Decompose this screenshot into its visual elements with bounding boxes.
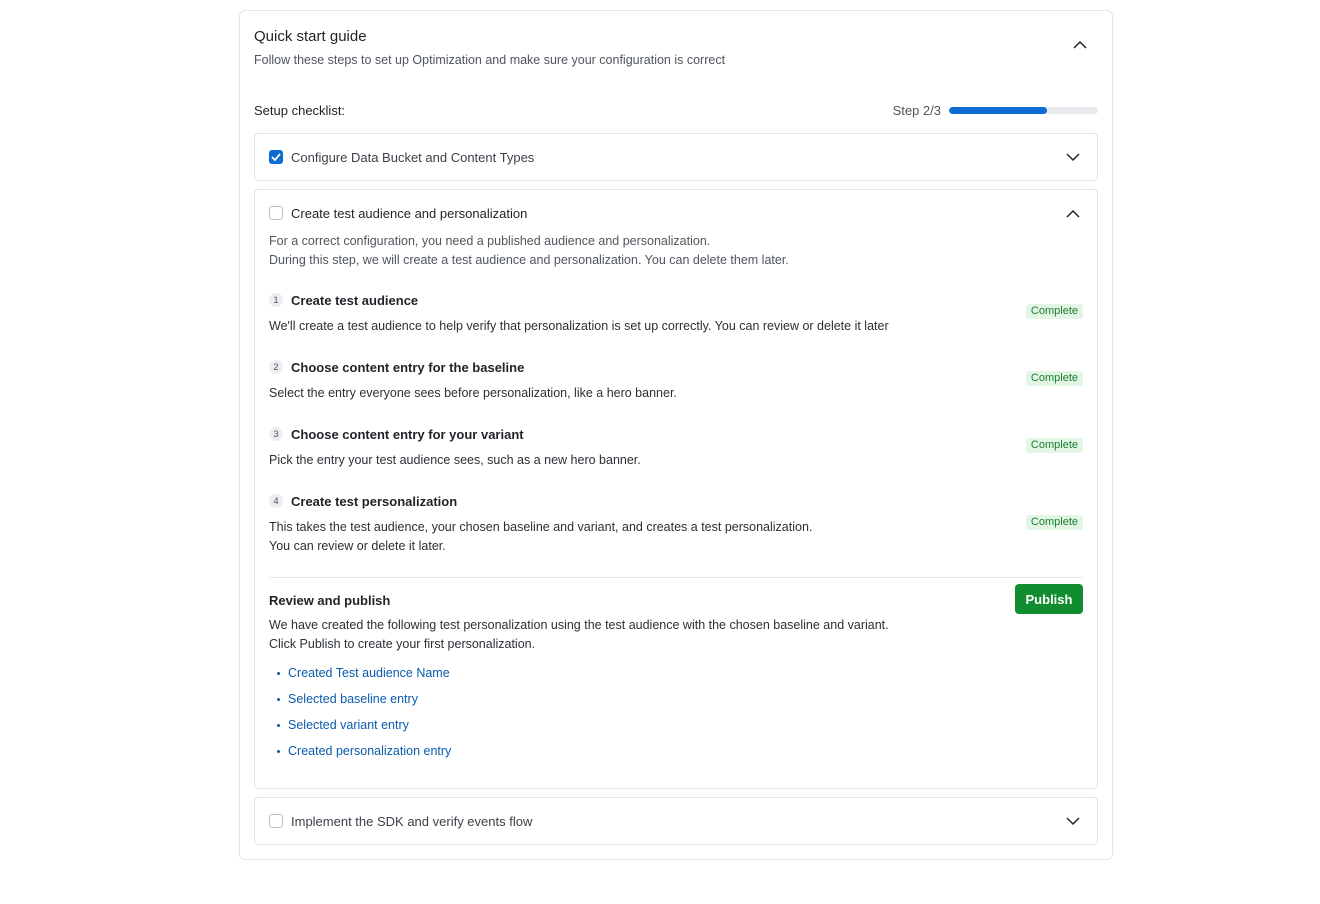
section-implement-sdk: Implement the SDK and verify events flow [254, 797, 1098, 845]
section-checkbox[interactable] [269, 814, 283, 828]
variant-entry-link[interactable]: Selected variant entry [288, 718, 409, 732]
status-badge: Complete [1025, 304, 1083, 319]
step-number: 1 [269, 293, 283, 307]
step-number: 2 [269, 360, 283, 374]
setup-checklist-label: Setup checklist: [254, 102, 346, 118]
step-description: Pick the entry your test audience sees, … [269, 453, 641, 467]
step-item-1: 1 Create test audience We'll create a te… [269, 291, 1083, 336]
created-audience-link[interactable]: Created Test audience Name [288, 666, 450, 680]
section-checkbox[interactable] [269, 206, 283, 220]
bullet-icon [277, 671, 280, 675]
section-configure-data-bucket: Configure Data Bucket and Content Types [254, 133, 1098, 181]
guide-subtitle: Follow these steps to set up Optimizatio… [254, 53, 726, 67]
list-item: Selected baseline entry [269, 686, 1083, 712]
step-description-line: You can review or delete it later. [269, 539, 446, 553]
step-item-2: 2 Choose content entry for the baseline … [269, 358, 1083, 403]
step-counter: Step 2/3 [892, 102, 941, 118]
step-progress: Step 2/3 [893, 103, 1098, 118]
review-title: Review and publish [269, 593, 391, 608]
publish-button[interactable]: Publish [1015, 584, 1083, 614]
guide-title: Quick start guide [254, 28, 367, 45]
intro-line: For a correct configuration, you need a … [269, 234, 711, 248]
review-and-publish: Review and publish Publish We have creat… [269, 584, 1083, 764]
step-description: This takes the test audience, your chose… [269, 518, 1083, 556]
chevron-up-icon [1066, 209, 1080, 218]
step-number: 3 [269, 427, 283, 441]
section-header[interactable]: Configure Data Bucket and Content Types [269, 134, 1083, 180]
quick-start-guide-card: Quick start guide Follow these steps to … [239, 10, 1113, 860]
step-description: We'll create a test audience to help ver… [269, 319, 889, 333]
section-header[interactable]: Implement the SDK and verify events flow [269, 798, 1083, 844]
chevron-up-icon [1073, 40, 1087, 49]
section-title: Create test audience and personalization [291, 205, 528, 221]
progress-bar [949, 106, 1098, 114]
progress-bar-fill [949, 106, 1048, 114]
section-title: Implement the SDK and verify events flow [291, 813, 533, 829]
list-item: Created personalization entry [269, 738, 1083, 764]
chevron-down-icon [1066, 152, 1080, 161]
step-description: Select the entry everyone sees before pe… [269, 386, 677, 400]
review-description-line: Click Publish to create your first perso… [269, 637, 536, 651]
step-title: Create test personalization [291, 493, 458, 509]
section-title: Configure Data Bucket and Content Types [291, 149, 535, 165]
expand-button[interactable] [1063, 811, 1083, 831]
status-badge: Complete [1025, 438, 1083, 453]
step-title: Choose content entry for your variant [291, 426, 524, 442]
chevron-down-icon [1066, 816, 1080, 825]
bullet-icon [277, 697, 280, 701]
review-description-line: We have created the following test perso… [269, 618, 889, 632]
list-item: Created Test audience Name [269, 660, 1083, 686]
guide-collapse-button[interactable] [1070, 34, 1090, 54]
step-title: Create test audience [291, 292, 419, 308]
baseline-entry-link[interactable]: Selected baseline entry [288, 692, 418, 706]
bullet-icon [277, 723, 280, 727]
step-description-line: This takes the test audience, your chose… [269, 520, 813, 534]
review-description: We have created the following test perso… [269, 616, 1083, 654]
section-checkbox[interactable] [269, 150, 283, 164]
section-divider [269, 577, 1083, 578]
expand-button[interactable] [1063, 147, 1083, 167]
collapse-button[interactable] [1063, 203, 1083, 223]
status-badge: Complete [1025, 371, 1083, 386]
section-header[interactable]: Create test audience and personalization [269, 190, 1083, 236]
section-intro: For a correct configuration, you need a … [269, 232, 789, 270]
personalization-entry-link[interactable]: Created personalization entry [288, 744, 451, 758]
step-number: 4 [269, 494, 283, 508]
step-item-3: 3 Choose content entry for your variant … [269, 425, 1083, 470]
created-items-list: Created Test audience Name Selected base… [269, 660, 1083, 764]
list-item: Selected variant entry [269, 712, 1083, 738]
step-item-4: 4 Create test personalization This takes… [269, 492, 1083, 556]
status-badge: Complete [1025, 515, 1083, 530]
intro-line: During this step, we will create a test … [269, 253, 789, 267]
guide-header: Quick start guide Follow these steps to … [254, 28, 1098, 67]
setup-checklist-row: Setup checklist: Step 2/3 [254, 101, 1098, 119]
bullet-icon [277, 749, 280, 753]
section-create-test-audience: Create test audience and personalization… [254, 189, 1098, 789]
step-title: Choose content entry for the baseline [291, 359, 525, 375]
checkmark-icon [271, 153, 281, 161]
